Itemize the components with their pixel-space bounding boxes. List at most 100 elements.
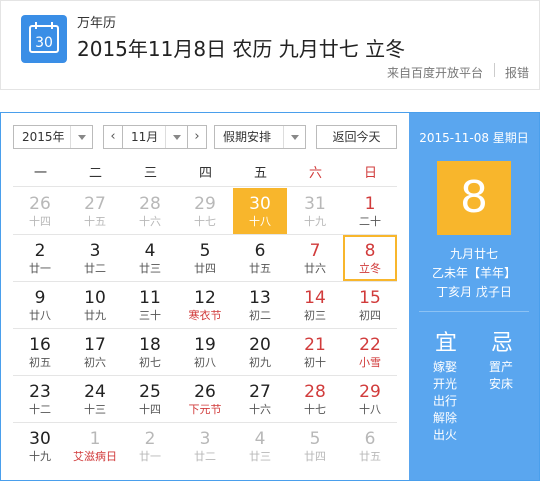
day-cell[interactable]: 17 初六 <box>68 329 122 375</box>
day-cell[interactable]: 6 廿五 <box>343 423 397 469</box>
lunar-label: 廿九 <box>84 309 106 322</box>
calendar-icon-day: 30 <box>35 35 53 51</box>
day-cell[interactable]: 1 艾滋病日 <box>68 423 122 469</box>
lunar-label: 初四 <box>359 309 381 322</box>
day-cell[interactable]: 30 十八 <box>233 188 287 234</box>
back-to-today-button[interactable]: 返回今天 <box>316 125 397 149</box>
lunar-label: 廿四 <box>194 262 216 275</box>
weekday-header: 四 <box>198 166 212 181</box>
year-select[interactable]: 2015年 <box>13 125 93 149</box>
day-number: 14 <box>304 288 326 308</box>
day-cell[interactable]: 2 廿一 <box>123 423 177 469</box>
report-error-link[interactable]: 报错 <box>505 64 529 81</box>
day-cell[interactable]: 15 初四 <box>343 282 397 328</box>
lunar-label: 廿一 <box>29 262 51 275</box>
holiday-select[interactable]: 假期安排 <box>214 125 306 149</box>
day-cell[interactable]: 3 廿二 <box>178 423 232 469</box>
lunar-label: 廿三 <box>249 450 271 463</box>
lunar-label: 十四 <box>29 215 51 228</box>
avoid-item: 安床 <box>489 377 514 391</box>
day-number: 17 <box>84 335 106 355</box>
month-select[interactable]: 11月 <box>122 125 188 149</box>
day-cell[interactable]: 12 寒衣节 <box>178 282 232 328</box>
day-cell[interactable]: 13 初二 <box>233 282 287 328</box>
day-cell[interactable]: 30 十九 <box>13 423 67 469</box>
day-cell[interactable]: 29 十七 <box>178 188 232 234</box>
day-cell[interactable]: 22 小雪 <box>343 329 397 375</box>
day-cell[interactable]: 4 廿三 <box>123 235 177 281</box>
day-cell[interactable]: 10 廿九 <box>68 282 122 328</box>
day-cell[interactable]: 19 初八 <box>178 329 232 375</box>
lunar-label: 下元节 <box>188 403 222 416</box>
day-cell[interactable]: 24 十三 <box>68 376 122 422</box>
day-cell[interactable]: 29 十八 <box>343 376 397 422</box>
lunar-label: 十七 <box>194 215 216 228</box>
day-cell[interactable]: 26 十四 <box>13 188 67 234</box>
prev-month-button[interactable]: ‹ <box>103 125 123 149</box>
ganzhi-year: 乙未年【羊年】 <box>431 266 516 280</box>
day-cell[interactable]: 1 二十 <box>343 188 397 234</box>
day-number: 22 <box>359 335 381 355</box>
day-cell[interactable]: 27 十五 <box>68 188 122 234</box>
lunar-label: 初三 <box>304 309 326 322</box>
suitable-item: 出火 <box>433 428 458 442</box>
day-number: 1 <box>364 194 376 214</box>
chevron-down-icon <box>70 126 92 148</box>
lunar-label: 十八 <box>249 215 271 228</box>
ganzhi-month-day: 丁亥月 戊子日 <box>436 285 512 299</box>
weekday-header: 三 <box>143 166 157 181</box>
lunar-label: 廿二 <box>194 450 216 463</box>
day-cell[interactable]: 31 十九 <box>288 188 342 234</box>
day-cell[interactable]: 5 廿四 <box>178 235 232 281</box>
day-cell[interactable]: 4 廿三 <box>233 423 287 469</box>
lunar-label: 二十 <box>359 215 381 228</box>
source-link[interactable]: 来自百度开放平台 <box>387 64 483 81</box>
weekday-header: 日 <box>363 166 377 181</box>
day-number: 10 <box>84 288 106 308</box>
next-month-button[interactable]: › <box>187 125 207 149</box>
lunar-day: 九月廿七 <box>449 247 498 261</box>
day-cell[interactable]: 11 三十 <box>123 282 177 328</box>
day-cell[interactable]: 18 初七 <box>123 329 177 375</box>
day-cell[interactable]: 3 廿二 <box>68 235 122 281</box>
day-cell[interactable]: 21 初十 <box>288 329 342 375</box>
day-number: 4 <box>144 241 156 261</box>
day-number: 3 <box>89 241 101 261</box>
day-cell[interactable]: 2 廿一 <box>13 235 67 281</box>
day-number: 9 <box>34 288 46 308</box>
day-number: 24 <box>84 382 106 402</box>
day-cell[interactable]: 7 廿六 <box>288 235 342 281</box>
lunar-label: 十五 <box>84 215 106 228</box>
lunar-label: 十三 <box>84 403 106 416</box>
day-cell[interactable]: 14 初三 <box>288 282 342 328</box>
lunar-label: 初十 <box>304 356 326 369</box>
day-cell[interactable]: 8 立冬 <box>343 235 397 281</box>
lunar-label: 三十 <box>139 309 161 322</box>
day-number: 30 <box>249 194 271 214</box>
lunar-label: 初八 <box>194 356 216 369</box>
lunar-label: 廿三 <box>139 262 161 275</box>
day-cell[interactable]: 28 十七 <box>288 376 342 422</box>
suitable-item: 开光 <box>433 377 458 391</box>
day-cell[interactable]: 27 十六 <box>233 376 287 422</box>
day-cell[interactable]: 6 廿五 <box>233 235 287 281</box>
big-day-number: 8 <box>437 161 511 235</box>
current-date-heading: 2015年11月8日 农历 九月廿七 立冬 <box>77 37 406 61</box>
avoid-list: 置产 安床 <box>489 359 513 393</box>
suitable-item: 出行 <box>433 394 458 408</box>
day-cell[interactable]: 28 十六 <box>123 188 177 234</box>
day-cell[interactable]: 23 十二 <box>13 376 67 422</box>
day-cell[interactable]: 5 廿四 <box>288 423 342 469</box>
lunar-label: 艾滋病日 <box>73 450 117 463</box>
header-divider <box>494 63 495 77</box>
day-number: 7 <box>309 241 321 261</box>
lunar-label: 初七 <box>139 356 161 369</box>
day-number: 11 <box>139 288 161 308</box>
day-detail-panel: 2015-11-08 星期日 8 九月廿七 乙未年【羊年】 丁亥月 戊子日 宜 … <box>409 113 539 480</box>
calendar-panel: 2015年 ‹ 11月 › 假期安排 返回今天 一二三四五六日 26 十四 27 十五… <box>0 112 540 481</box>
day-cell[interactable]: 26 下元节 <box>178 376 232 422</box>
day-cell[interactable]: 9 廿八 <box>13 282 67 328</box>
day-cell[interactable]: 25 十四 <box>123 376 177 422</box>
day-cell[interactable]: 20 初九 <box>233 329 287 375</box>
day-cell[interactable]: 16 初五 <box>13 329 67 375</box>
